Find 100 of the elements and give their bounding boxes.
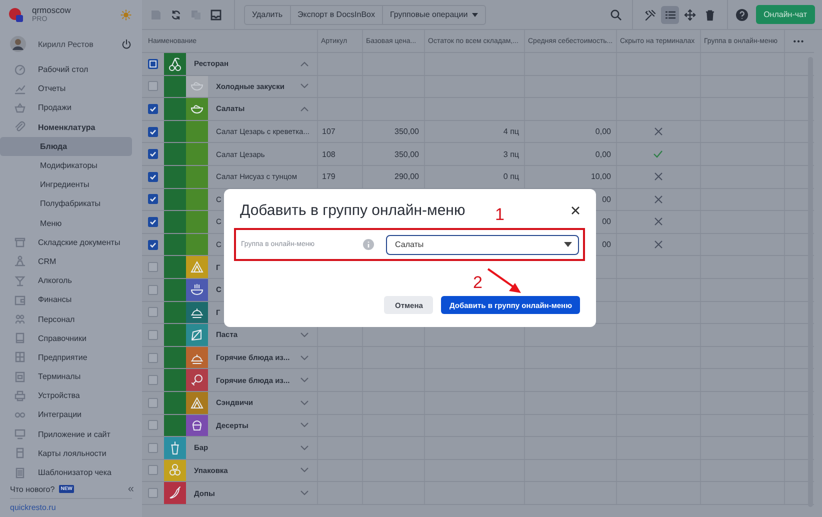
sidebar-item[interactable]: Блюда — [0, 136, 132, 156]
basket-icon — [14, 102, 26, 114]
sidebar-item[interactable]: Рабочий стол — [0, 60, 132, 80]
chevron-down-icon[interactable] — [300, 490, 309, 496]
group-actions-dropdown[interactable]: Групповые операции — [382, 4, 486, 24]
receipt-icon — [14, 466, 26, 479]
checkbox[interactable] — [148, 330, 158, 340]
sidebar-item[interactable]: Карты лояльности — [0, 444, 132, 463]
category-strip — [164, 211, 186, 233]
category-strip — [164, 369, 186, 391]
stock-cell: 0 пц — [503, 172, 519, 182]
sidebar-item[interactable]: Интеграции — [0, 405, 132, 425]
checkbox[interactable] — [148, 194, 158, 204]
chevron-up-icon[interactable] — [300, 60, 309, 67]
chevron-down-icon[interactable] — [300, 332, 309, 338]
checkbox[interactable] — [148, 126, 158, 137]
info-icon — [363, 239, 374, 250]
monitor-icon — [14, 428, 26, 440]
category-strip — [164, 120, 186, 142]
checkbox[interactable] — [148, 216, 158, 227]
checkbox[interactable] — [148, 240, 158, 250]
sidebar-item[interactable]: Ингредиенты — [0, 175, 132, 194]
cost-cell: 00 — [602, 194, 611, 204]
category-strip — [164, 414, 186, 436]
sidebar-item[interactable]: Устройства — [0, 386, 132, 406]
close-icon — [571, 206, 580, 214]
checkbox[interactable] — [148, 262, 158, 272]
category-strip — [164, 188, 186, 210]
chevron-down-icon[interactable] — [300, 354, 309, 361]
checkbox[interactable] — [148, 375, 158, 386]
sidebar-item[interactable]: Отчеты — [0, 79, 132, 98]
sidebar-item[interactable]: Приложение и сайт — [0, 424, 132, 444]
checkbox[interactable] — [148, 104, 158, 114]
chevron-down-icon[interactable] — [300, 444, 309, 451]
sidebar-item[interactable]: Шаблонизатор чека — [0, 462, 132, 482]
sidebar-item[interactable]: Номенклатура — [0, 118, 132, 137]
sidebar-item[interactable]: Складские документы — [0, 232, 132, 252]
circles-icon — [168, 463, 182, 478]
checkbox[interactable] — [148, 172, 158, 182]
checkbox[interactable] — [148, 398, 158, 408]
site-link[interactable]: quickresto.ru — [10, 503, 56, 512]
sidebar-item[interactable]: Модификаторы — [0, 156, 132, 176]
chart-icon — [14, 82, 26, 95]
checkbox[interactable] — [148, 465, 158, 476]
help-icon — [736, 8, 748, 20]
category-strip — [186, 234, 208, 256]
sidebar-item[interactable]: CRM — [0, 252, 132, 272]
category-strip — [186, 120, 208, 142]
sidebar-item[interactable]: Терминалы — [0, 367, 132, 386]
export-button[interactable]: Экспорт в DocsInBox — [290, 4, 383, 24]
sidebar-item[interactable]: Справочники — [0, 328, 132, 348]
sidebar-item[interactable]: Меню — [0, 214, 132, 233]
step-number: 2 — [473, 274, 482, 291]
list-icon[interactable] — [660, 6, 679, 24]
chevron-up-icon[interactable] — [300, 106, 309, 112]
checkbox[interactable] — [148, 149, 158, 160]
cost-cell: 00 — [602, 217, 611, 226]
chevron-down-icon[interactable] — [300, 467, 309, 474]
checkbox[interactable] — [148, 420, 158, 430]
sidebar-item[interactable]: Персонал — [0, 309, 132, 329]
category-strip — [186, 166, 208, 188]
delete-button[interactable]: Удалить — [244, 4, 291, 24]
checkbox[interactable] — [148, 307, 158, 318]
whats-new-link[interactable]: Что нового? — [10, 484, 55, 494]
cost-cell: 10,00 — [590, 172, 611, 182]
chevron-down-icon[interactable] — [300, 83, 309, 90]
sidebar-item[interactable]: Продажи — [0, 98, 132, 118]
checkbox[interactable] — [148, 352, 158, 363]
stock-cell: 3 пц — [503, 150, 519, 159]
more-button[interactable]: ••• — [793, 36, 805, 46]
sidebar-item[interactable]: Финансы — [0, 290, 132, 310]
checkbox[interactable] — [148, 81, 158, 92]
paperclip-icon — [14, 121, 26, 134]
chevron-down-icon[interactable] — [300, 422, 309, 428]
sidebar-item[interactable]: Алкоголь — [0, 271, 132, 290]
checkbox[interactable] — [148, 442, 158, 453]
pepper-icon — [168, 486, 182, 500]
chevron-down-icon[interactable] — [300, 400, 309, 406]
group-select[interactable]: Салаты — [386, 234, 579, 254]
price-cell: 290,00 — [394, 172, 419, 182]
checkbox[interactable] — [148, 284, 158, 295]
sidebar-item[interactable]: Полуфабрикаты — [0, 194, 132, 214]
sidebar-item[interactable]: Предприятие — [0, 348, 132, 367]
category-strip — [164, 392, 186, 414]
wedge-icon — [190, 396, 204, 410]
collapse-button[interactable]: « — [128, 483, 134, 496]
building-icon — [14, 351, 26, 364]
cup-icon — [168, 440, 182, 455]
online-chat-button[interactable]: Онлайн-чат — [756, 5, 815, 24]
chevron-down-icon[interactable] — [300, 377, 309, 384]
refresh-icon — [170, 8, 182, 20]
checkbox[interactable] — [148, 58, 158, 69]
glass-icon — [14, 274, 26, 287]
price-cell: 350,00 — [394, 150, 419, 159]
cupcake-icon — [190, 418, 204, 432]
user-name: Кирилл Рестов — [38, 40, 94, 48]
article-cell: 108 — [322, 150, 336, 159]
category-strip — [164, 346, 186, 368]
cost-cell: 00 — [602, 240, 611, 250]
checkbox[interactable] — [148, 488, 158, 498]
